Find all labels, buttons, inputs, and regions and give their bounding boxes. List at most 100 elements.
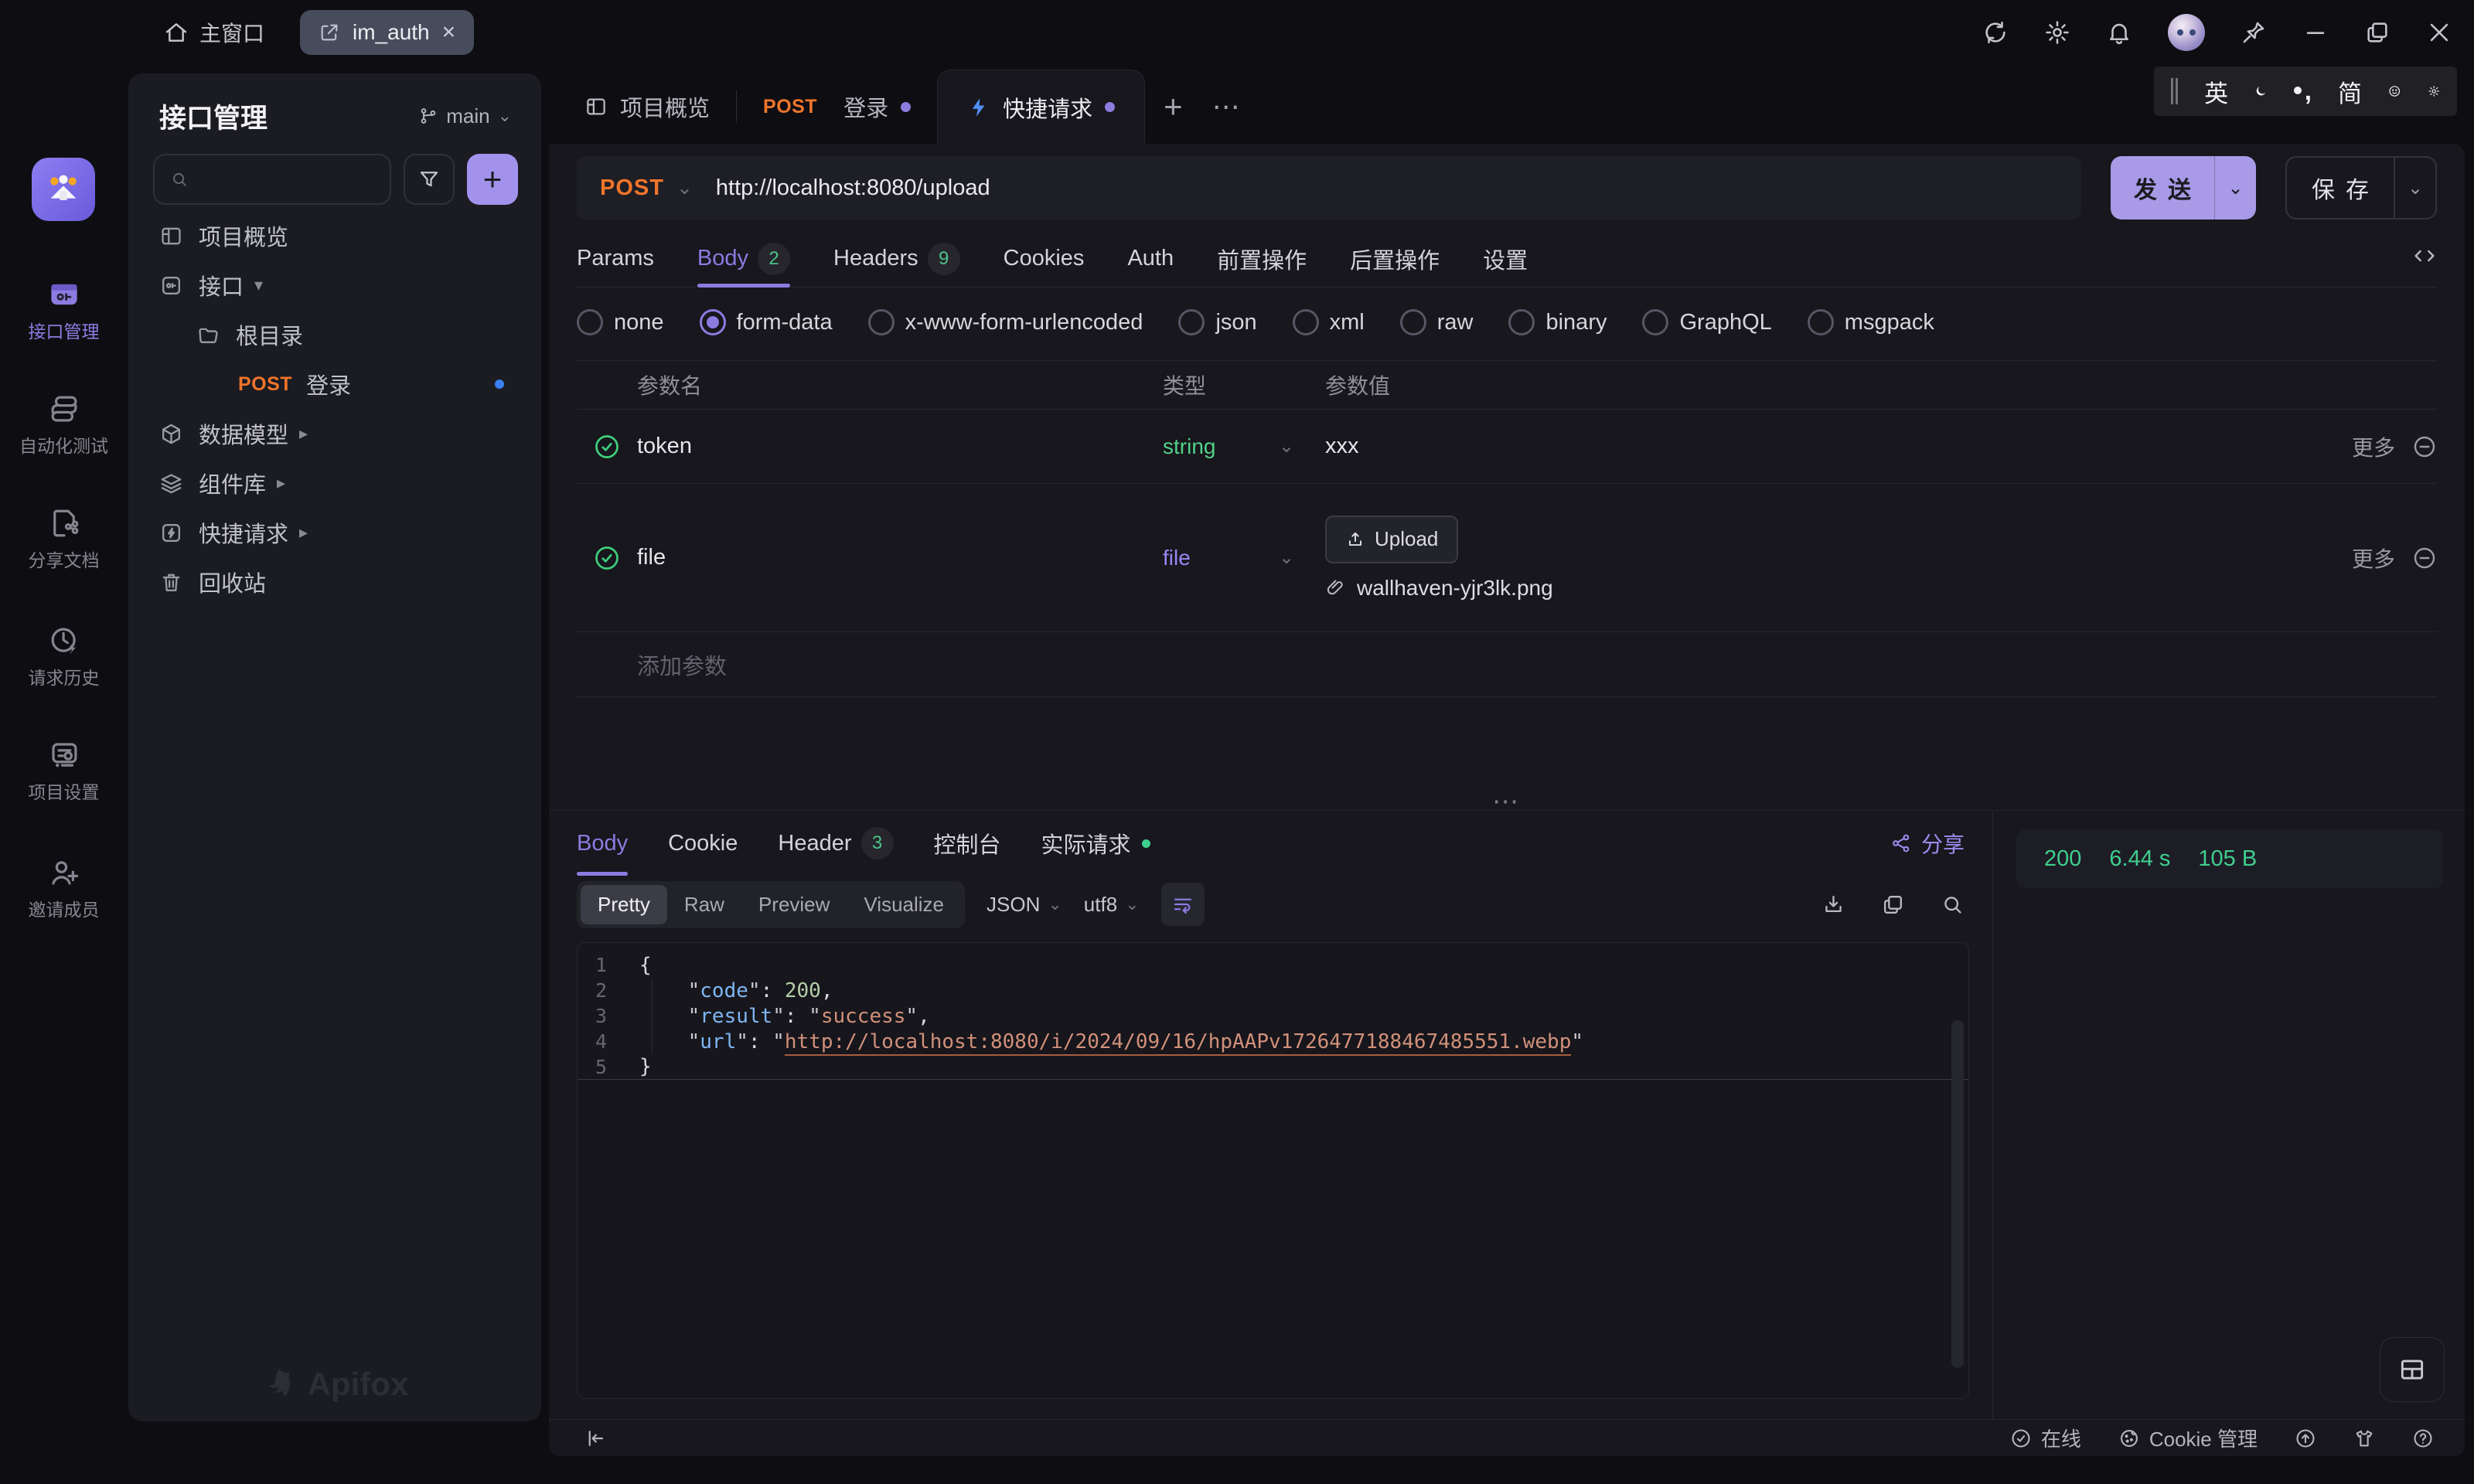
- word-wrap-toggle[interactable]: [1160, 883, 1205, 926]
- restore-window-icon[interactable]: [2364, 19, 2391, 46]
- save-options-chevron-icon[interactable]: ⌄: [2394, 158, 2435, 218]
- add-param-row[interactable]: 添加参数: [577, 632, 2437, 697]
- upload-button[interactable]: Upload: [1325, 515, 1459, 563]
- save-button[interactable]: 保存 ⌄: [2285, 156, 2437, 220]
- enabled-check-icon[interactable]: [593, 433, 621, 461]
- encoding-select[interactable]: utf8 ⌄: [1084, 893, 1140, 917]
- chevron-down-icon[interactable]: ⌄: [1279, 546, 1325, 569]
- theme-button[interactable]: [2353, 1428, 2375, 1449]
- param-value[interactable]: xxx: [1325, 434, 2305, 459]
- tab-more-menu[interactable]: ⋯: [1201, 70, 1252, 144]
- tree-item-root-folder[interactable]: 根目录: [128, 310, 541, 359]
- send-button-label[interactable]: 发送: [2111, 156, 2214, 220]
- json-url-link[interactable]: http://localhost:8080/i/2024/09/16/hpAAP…: [784, 1030, 1572, 1056]
- doc-tab-project-overview[interactable]: 项目概览: [558, 70, 736, 144]
- chevron-down-icon[interactable]: ⌄: [676, 176, 693, 199]
- view-mode-visualize[interactable]: Visualize: [847, 885, 961, 924]
- body-type-form-data[interactable]: form-data: [699, 309, 833, 335]
- punctuation-mode-icon[interactable]: ,: [2293, 78, 2312, 104]
- ime-drag-handle-icon[interactable]: [2171, 78, 2179, 104]
- attached-file[interactable]: wallhaven-yjr3lk.png: [1325, 576, 2305, 601]
- resp-tab-body[interactable]: Body: [577, 811, 629, 876]
- tab-pre-operations[interactable]: 前置操作: [1217, 230, 1307, 287]
- view-mode-pretty[interactable]: Pretty: [581, 884, 667, 924]
- layout-toggle-button[interactable]: [2380, 1337, 2445, 1402]
- search-icon[interactable]: [1941, 893, 1965, 917]
- rail-item-automated-testing[interactable]: 自动化测试: [0, 393, 128, 458]
- tab-cookies[interactable]: Cookies: [1004, 230, 1085, 287]
- param-name[interactable]: token: [637, 434, 1163, 459]
- tree-item-api-group[interactable]: 接口 ▾: [128, 260, 541, 310]
- param-type-select[interactable]: file: [1163, 546, 1279, 570]
- window-tab-im-auth[interactable]: im_auth ×: [300, 10, 475, 55]
- param-type-select[interactable]: string: [1163, 434, 1279, 459]
- doc-tab-quick-request-active[interactable]: 快捷请求: [937, 70, 1146, 144]
- rail-item-api-management[interactable]: 接口管理: [0, 278, 128, 343]
- tree-item-data-models[interactable]: 数据模型 ▸: [128, 409, 541, 458]
- copy-icon[interactable]: [1881, 893, 1905, 917]
- add-button[interactable]: +: [467, 154, 518, 205]
- ime-settings-gear-icon[interactable]: [2428, 79, 2440, 104]
- resp-tab-console[interactable]: 控制台: [934, 811, 1001, 876]
- row-more-button[interactable]: 更多: [2352, 543, 2395, 574]
- search-input[interactable]: [198, 167, 374, 192]
- row-more-button[interactable]: 更多: [2352, 431, 2395, 462]
- upgrade-button[interactable]: [2295, 1428, 2316, 1449]
- view-mode-raw[interactable]: Raw: [667, 885, 741, 924]
- resp-tab-actual-request[interactable]: 实际请求: [1041, 811, 1150, 876]
- add-param-placeholder[interactable]: 添加参数: [577, 648, 727, 681]
- tab-post-operations[interactable]: 后置操作: [1350, 230, 1440, 287]
- help-button[interactable]: [2412, 1428, 2434, 1449]
- body-type-none[interactable]: none: [577, 309, 664, 335]
- body-type-binary[interactable]: binary: [1508, 309, 1607, 335]
- editor-scrollbar[interactable]: [1951, 1020, 1964, 1368]
- view-mode-preview[interactable]: Preview: [741, 885, 847, 924]
- response-body-editor[interactable]: 1 { 2 "code": 200, 3 "result": "success"…: [577, 942, 1969, 1399]
- format-select[interactable]: JSON ⌄: [987, 893, 1062, 917]
- tab-body[interactable]: Body 2: [697, 230, 791, 288]
- doc-tab-login[interactable]: POST 登录: [737, 70, 937, 144]
- body-type-urlencoded[interactable]: x-www-form-urlencoded: [867, 309, 1143, 335]
- sync-icon[interactable]: [1982, 19, 2009, 46]
- pin-icon[interactable]: [2241, 19, 2267, 46]
- body-type-xml[interactable]: xml: [1292, 309, 1365, 335]
- resp-tab-header[interactable]: Header 3: [778, 811, 894, 876]
- notifications-bell-icon[interactable]: [2106, 19, 2132, 46]
- tab-headers[interactable]: Headers 9: [833, 230, 960, 287]
- tab-request-settings[interactable]: 设置: [1483, 230, 1528, 287]
- enabled-check-icon[interactable]: [593, 544, 621, 572]
- send-options-chevron-icon[interactable]: ⌄: [2214, 156, 2256, 220]
- tree-item-components[interactable]: 组件库 ▸: [128, 458, 541, 508]
- panel-splitter-handle[interactable]: ⋯: [549, 788, 2465, 815]
- cookie-manager-button[interactable]: Cookie 管理: [2118, 1424, 2258, 1452]
- share-button[interactable]: 分享: [1890, 828, 1965, 859]
- chevron-down-icon[interactable]: ⌄: [1279, 435, 1325, 458]
- search-box[interactable]: [153, 154, 391, 205]
- download-icon[interactable]: [1821, 893, 1845, 917]
- tab-auth[interactable]: Auth: [1127, 230, 1174, 287]
- tree-item-project-overview[interactable]: 项目概览: [128, 211, 541, 260]
- branch-selector[interactable]: main ⌄: [418, 104, 512, 128]
- rail-item-project-settings[interactable]: 项目设置: [0, 739, 128, 804]
- ime-charset-toggle[interactable]: 简: [2338, 74, 2362, 109]
- body-type-msgpack[interactable]: msgpack: [1807, 309, 1934, 335]
- settings-gear-icon[interactable]: [2044, 19, 2070, 46]
- close-tab-icon[interactable]: ×: [442, 21, 456, 44]
- project-avatar[interactable]: [32, 158, 95, 221]
- close-window-icon[interactable]: [2426, 19, 2452, 46]
- new-tab-button[interactable]: +: [1145, 70, 1201, 144]
- online-status[interactable]: 在线: [2010, 1424, 2081, 1452]
- url-input[interactable]: [715, 175, 2058, 201]
- remove-row-icon[interactable]: [2412, 434, 2437, 459]
- moon-dark-mode-icon[interactable]: [2254, 79, 2267, 104]
- collapse-sidebar-button[interactable]: [583, 1427, 606, 1450]
- minimize-icon[interactable]: [2302, 19, 2329, 46]
- body-type-graphql[interactable]: GraphQL: [1642, 309, 1772, 335]
- save-button-label[interactable]: 保存: [2287, 158, 2394, 218]
- tree-item-quick-request[interactable]: 快捷请求 ▸: [128, 508, 541, 557]
- emoji-smiley-icon[interactable]: [2388, 79, 2401, 104]
- tab-params[interactable]: Params: [577, 230, 654, 287]
- rail-item-invite-members[interactable]: 邀请成员: [0, 856, 128, 921]
- send-button[interactable]: 发送 ⌄: [2111, 156, 2256, 220]
- body-type-raw[interactable]: raw: [1399, 309, 1473, 335]
